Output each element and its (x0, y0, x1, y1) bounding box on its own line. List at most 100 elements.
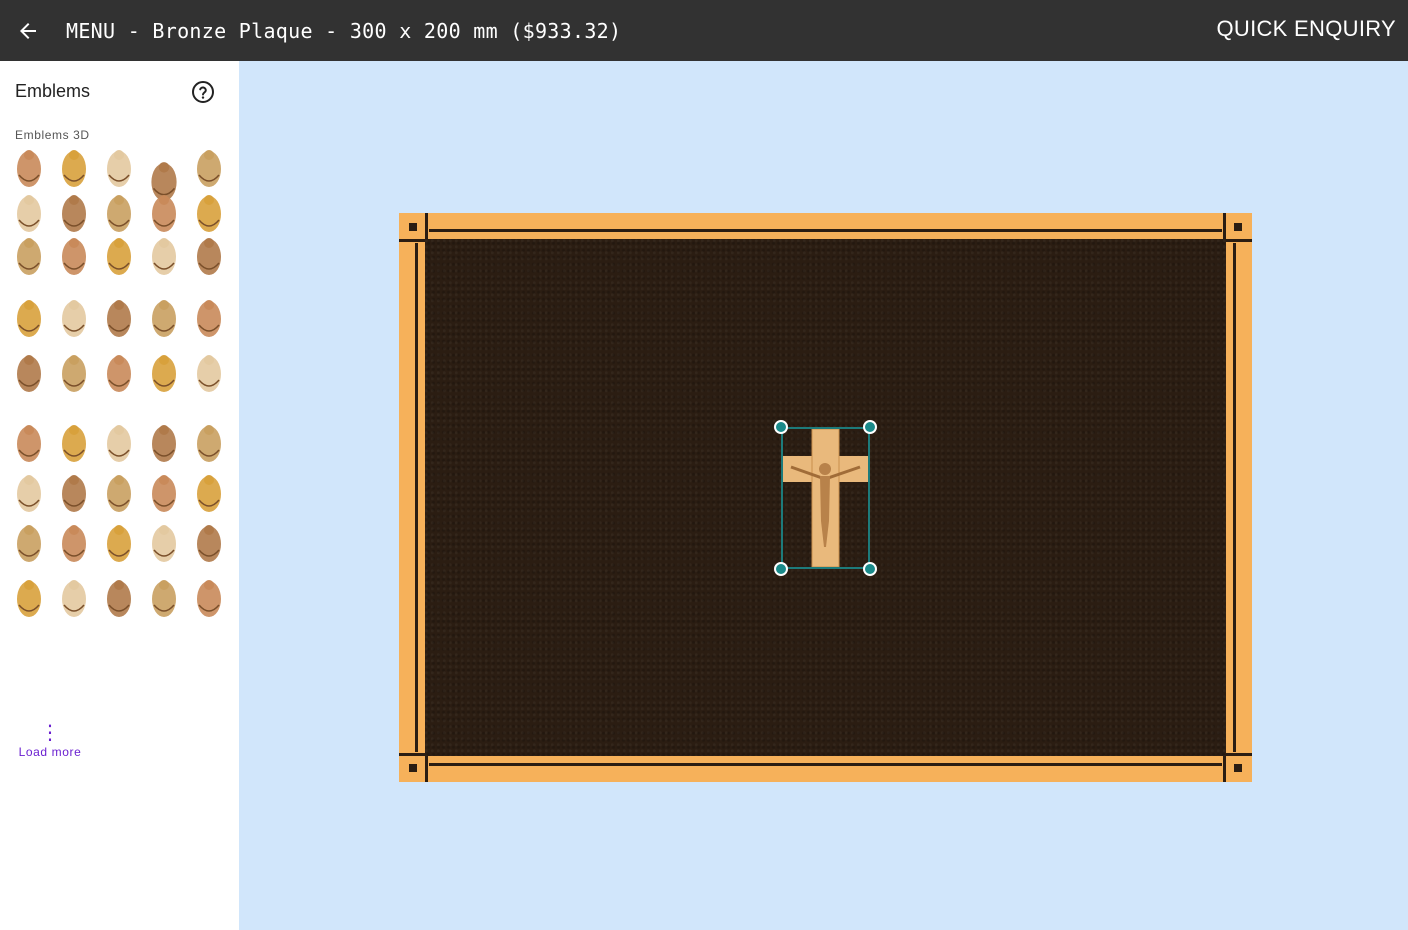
soldier-icon (62, 355, 86, 392)
border-line (425, 756, 428, 782)
emblem-horse-head[interactable] (8, 145, 50, 191)
emblem-hummingbird[interactable] (188, 520, 230, 566)
emblem-tree[interactable] (53, 575, 95, 621)
emblem-golf-player[interactable] (143, 233, 185, 279)
emblem-angel[interactable] (53, 145, 95, 191)
plane-icon (107, 195, 131, 232)
resize-handle-top-right[interactable] (863, 420, 877, 434)
corner-square (409, 764, 417, 772)
shell-icon (17, 580, 41, 617)
tractor-icon (107, 355, 131, 392)
emblem-soldier[interactable] (53, 350, 95, 396)
more-vertical-icon: ⋮ (40, 722, 60, 744)
resize-handle-bottom-right[interactable] (863, 562, 877, 576)
horseshoe-icon (107, 475, 131, 512)
emblem-motorbike[interactable] (98, 233, 140, 279)
kneeling-figure-icon (152, 475, 176, 512)
beetle-icon (107, 525, 131, 562)
bowler-icon (197, 238, 221, 275)
emblem-football-player[interactable] (188, 190, 230, 236)
border-line (429, 763, 1222, 766)
emblem-ram[interactable] (143, 420, 185, 466)
emblem-horseshoe[interactable] (98, 470, 140, 516)
emblem-praying-figure[interactable] (143, 520, 185, 566)
flame-lilies-icon (17, 238, 41, 275)
emblem-shell[interactable] (8, 575, 50, 621)
emblem-flame-lilies[interactable] (8, 233, 50, 279)
border-line (1226, 239, 1252, 242)
emblem-tractor[interactable] (98, 350, 140, 396)
emblem-dove[interactable] (8, 520, 50, 566)
emblem-runner[interactable] (143, 295, 185, 341)
border-line (429, 229, 1222, 232)
emblem-bird[interactable] (8, 420, 50, 466)
corner-square (409, 223, 417, 231)
emblem-wheat-sheaf[interactable] (143, 190, 185, 236)
load-more-label: Load more (18, 745, 82, 759)
emblem-bird[interactable] (8, 470, 50, 516)
sidebar-heading: Emblems (15, 81, 91, 101)
emblem-lily[interactable] (8, 350, 50, 396)
emblem-crucifix[interactable] (188, 470, 230, 516)
angel-icon (62, 150, 86, 187)
lily-icon (17, 355, 41, 392)
back-button[interactable] (0, 0, 56, 61)
emblem-heart[interactable] (143, 575, 185, 621)
runner-icon (152, 300, 176, 337)
emblem-eagle[interactable] (53, 295, 95, 341)
angel-wings-icon (62, 238, 86, 275)
emblem-fish[interactable] (53, 470, 95, 516)
football-player-icon (197, 195, 221, 232)
golfer-icon (62, 425, 86, 462)
emblem-cricketer[interactable] (188, 145, 230, 191)
wheat-sheaf-icon (152, 195, 176, 232)
emblem-golfer[interactable] (53, 420, 95, 466)
resize-handle-bottom-left[interactable] (774, 562, 788, 576)
help-circle-icon (192, 81, 214, 103)
emblem-sheep[interactable] (188, 350, 230, 396)
emblem-plane[interactable] (98, 190, 140, 236)
cricketer-icon (197, 150, 221, 187)
emblem-motorbike[interactable] (98, 295, 140, 341)
horse-head-icon (17, 195, 41, 232)
corner-square (1234, 223, 1242, 231)
help-button[interactable] (191, 80, 215, 104)
emblem-tree[interactable] (188, 575, 230, 621)
emblem-kneeling-figure[interactable] (143, 470, 185, 516)
emblem-rugby-player[interactable] (143, 350, 185, 396)
emblem-elephant[interactable] (188, 420, 230, 466)
rugby-player-icon (152, 355, 176, 392)
emblem-beetle[interactable] (98, 520, 140, 566)
motorbike-icon (107, 300, 131, 337)
quick-enquiry-button[interactable]: QUICK ENQUIRY (1216, 16, 1396, 42)
emblem-thistle[interactable] (8, 295, 50, 341)
robin-icon (107, 580, 131, 617)
page-title: MENU - Bronze Plaque - 300 x 200 mm ($93… (66, 18, 622, 43)
emblem-angel-wings[interactable] (53, 233, 95, 279)
eagle-icon (62, 300, 86, 337)
emblem-flying-angel[interactable] (98, 145, 140, 191)
top-bar: MENU - Bronze Plaque - 300 x 200 mm ($93… (0, 0, 1408, 61)
bird-icon (17, 425, 41, 462)
emblem-bowler[interactable] (188, 233, 230, 279)
border-line (1233, 243, 1236, 752)
corner-square (1234, 764, 1242, 772)
emblem-robin[interactable] (98, 575, 140, 621)
ram-icon (152, 425, 176, 462)
resize-handle-top-left[interactable] (774, 420, 788, 434)
emblem-roses[interactable] (53, 520, 95, 566)
border-line (1223, 756, 1226, 782)
border-line (399, 753, 425, 756)
load-more-button[interactable]: ⋮ Load more (15, 722, 85, 759)
emblems-sidebar: Emblems Emblems 3D ⋮ Load more (0, 61, 239, 930)
elephant-icon (197, 425, 221, 462)
emblem-kangaroo[interactable] (188, 295, 230, 341)
border-line (1223, 213, 1226, 239)
horse-head-icon (17, 150, 41, 187)
emblem-wings[interactable] (53, 190, 95, 236)
emblem-rose[interactable] (98, 420, 140, 466)
selection-box[interactable] (781, 427, 870, 569)
thistle-icon (17, 300, 41, 337)
emblem-horse-head[interactable] (8, 190, 50, 236)
bird-icon (17, 475, 41, 512)
